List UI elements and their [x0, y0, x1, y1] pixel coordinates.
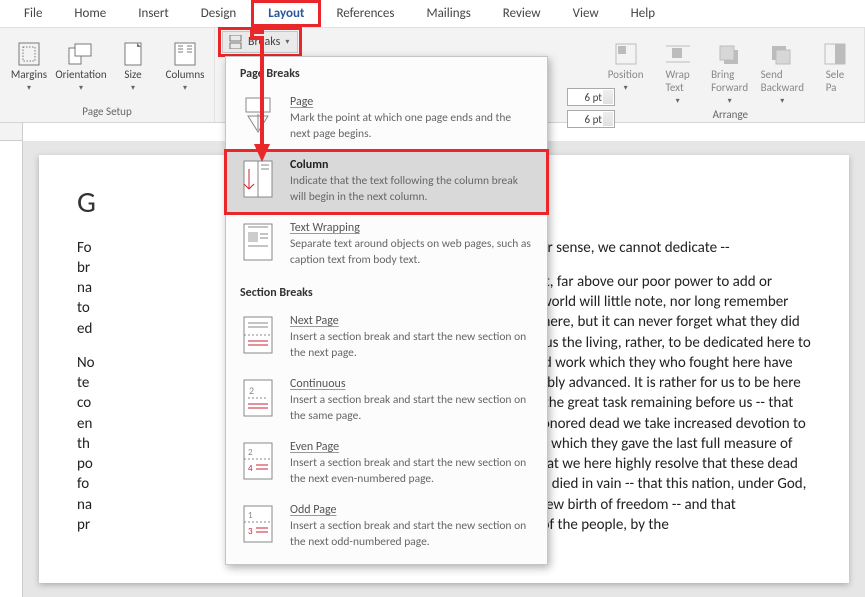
menu-item-desc: Mark the point at which one page ends an… [290, 111, 533, 142]
chevron-down-icon: ▾ [183, 83, 187, 93]
tab-file[interactable]: File [8, 1, 58, 26]
selection-pane-button[interactable]: Sele Pa [814, 42, 856, 94]
menu-item-desc: Separate text around objects on web page… [290, 237, 533, 268]
spacing-after-input[interactable]: 6 pt [567, 110, 615, 128]
menu-item-title: Even Page [290, 440, 533, 454]
bring-forward-icon [716, 42, 744, 66]
tab-references[interactable]: References [320, 1, 410, 26]
tab-mailings[interactable]: Mailings [410, 1, 486, 26]
menu-item-title: Text Wrapping [290, 221, 533, 235]
text-wrapping-icon [240, 221, 276, 263]
menu-header-section-breaks: Section Breaks [226, 276, 547, 306]
send-backward-button[interactable]: Send Backward ▾ [761, 42, 804, 106]
column-break-icon [240, 158, 276, 200]
menu-item-continuous[interactable]: 2 Continuous Insert a section break and … [226, 369, 547, 432]
chevron-down-icon: ▾ [780, 96, 784, 106]
position-button[interactable]: Position ▾ [605, 42, 647, 93]
columns-label: Columns [166, 68, 205, 81]
chevron-down-icon: ▾ [285, 37, 289, 47]
columns-button[interactable]: Columns ▾ [164, 42, 206, 93]
chevron-down-icon: ▾ [676, 96, 680, 106]
wrap-text-label: Wrap Text [666, 68, 690, 94]
menu-item-title: Next Page [290, 314, 533, 328]
chevron-down-icon: ▾ [131, 83, 135, 93]
menu-item-column-break[interactable]: Column Indicate that the text following … [226, 150, 547, 213]
svg-text:2: 2 [249, 384, 254, 397]
chevron-down-icon: ▾ [27, 83, 31, 93]
spacing-before-input[interactable]: 6 pt [567, 88, 615, 106]
menu-item-desc: Insert a section break and start the new… [290, 393, 533, 424]
tab-home[interactable]: Home [58, 1, 122, 26]
breaks-menu: Page Breaks Page Mark the point at which… [225, 56, 548, 565]
menu-item-title: Continuous [290, 377, 533, 391]
group-page-setup: Margins▾ Orientation▾ Size▾ Columns▾ Pag… [0, 28, 215, 122]
menu-item-desc: Insert a section break and start the new… [290, 519, 533, 550]
selection-pane-icon [821, 42, 849, 66]
orientation-button[interactable]: Orientation▾ [60, 42, 102, 93]
margins-icon [15, 42, 43, 66]
tab-view[interactable]: View [557, 1, 615, 26]
columns-icon [171, 42, 199, 66]
menu-item-text-wrapping-break[interactable]: Text Wrapping Separate text around objec… [226, 213, 547, 276]
menu-item-desc: Insert a section break and start the new… [290, 456, 533, 487]
menu-item-even-page[interactable]: 24 Even Page Insert a section break and … [226, 432, 547, 495]
menu-item-title: Odd Page [290, 503, 533, 517]
page-break-icon [240, 95, 276, 137]
chevron-down-icon: ▾ [728, 96, 732, 106]
group-label-page-setup: Page Setup [8, 103, 206, 120]
tab-layout[interactable]: Layout [252, 1, 320, 26]
svg-text:3: 3 [248, 526, 253, 537]
menu-item-desc: Insert a section break and start the new… [290, 330, 533, 361]
chevron-down-icon: ▾ [79, 83, 83, 93]
next-page-icon [240, 314, 276, 356]
send-backward-label: Send Backward [761, 68, 804, 94]
menu-item-odd-page[interactable]: 13 Odd Page Insert a section break and s… [226, 495, 547, 558]
wrap-text-button[interactable]: Wrap Text ▾ [657, 42, 699, 106]
menu-item-title: Column [290, 158, 533, 172]
continuous-icon: 2 [240, 377, 276, 419]
selection-pane-label: Sele Pa [826, 68, 845, 94]
group-arrange: Position ▾ Wrap Text ▾ Bring Forward ▾ Send… [597, 28, 865, 122]
orientation-icon [67, 42, 95, 66]
breaks-label: Breaks [248, 35, 280, 49]
ruler-corner [0, 123, 23, 141]
margins-label: Margins [11, 68, 47, 81]
ribbon-tabs: File Home Insert Design Layout Reference… [0, 0, 865, 28]
tab-insert[interactable]: Insert [122, 1, 185, 26]
breaks-dropdown-button[interactable]: Breaks ▾ [222, 31, 298, 53]
send-backward-icon [768, 42, 796, 66]
size-button[interactable]: Size ▾ [112, 42, 154, 93]
group-label-arrange: Arrange [605, 106, 856, 123]
bring-forward-button[interactable]: Bring Forward ▾ [709, 42, 751, 106]
even-page-icon: 24 [240, 440, 276, 482]
menu-item-desc: Indicate that the text following the col… [290, 174, 533, 205]
menu-item-title: Page [290, 95, 533, 109]
wrap-text-icon [664, 42, 692, 66]
odd-page-icon: 13 [240, 503, 276, 545]
size-label: Size [124, 68, 141, 81]
tab-help[interactable]: Help [615, 1, 671, 26]
margins-button[interactable]: Margins ▾ [8, 42, 50, 93]
vertical-ruler[interactable] [0, 141, 23, 597]
position-label: Position [608, 68, 644, 81]
svg-text:4: 4 [248, 463, 253, 474]
menu-item-page-break[interactable]: Page Mark the point at which one page en… [226, 87, 547, 150]
tab-review[interactable]: Review [487, 1, 557, 26]
position-icon [612, 42, 640, 66]
svg-text:2: 2 [248, 447, 253, 458]
menu-item-next-page[interactable]: Next Page Insert a section break and sta… [226, 306, 547, 369]
chevron-down-icon: ▾ [624, 83, 628, 93]
tab-design[interactable]: Design [185, 1, 252, 26]
page-break-icon [229, 35, 243, 49]
bring-forward-label: Bring Forward [711, 68, 748, 94]
size-icon [119, 42, 147, 66]
menu-header-page-breaks: Page Breaks [226, 57, 547, 87]
svg-text:1: 1 [248, 510, 253, 521]
orientation-label: Orientation [55, 68, 106, 81]
